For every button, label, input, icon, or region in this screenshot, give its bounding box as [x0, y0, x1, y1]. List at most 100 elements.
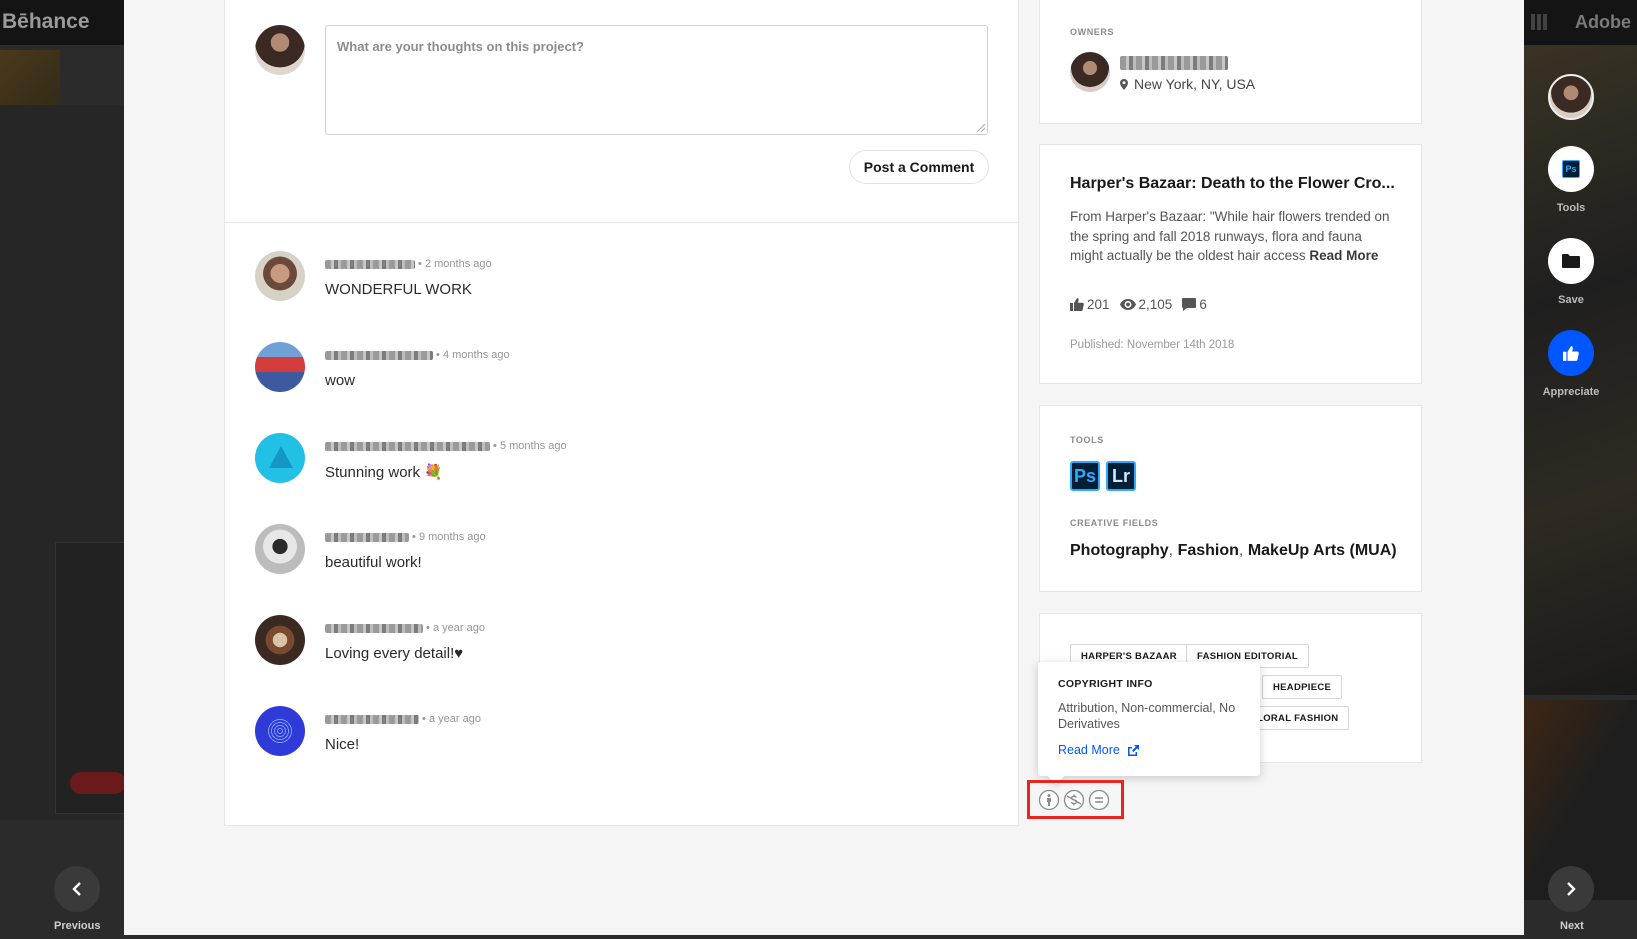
tools-label: TOOLS	[1070, 435, 1104, 445]
comment-text: Loving every detail!♥	[325, 645, 464, 662]
commenter-avatar[interactable]	[255, 615, 305, 665]
post-comment-button[interactable]: Post a Comment	[849, 150, 989, 184]
owner-location-text: New York, NY, USA	[1134, 76, 1256, 92]
thumbs-up-icon	[1070, 298, 1084, 311]
commenter-name-blurred[interactable]	[325, 714, 419, 724]
owner-avatar-button[interactable]	[1548, 74, 1594, 120]
comments-count: 6	[1199, 297, 1207, 312]
copyright-read-more-link[interactable]: Read More	[1058, 743, 1139, 757]
apps-grid-icon	[1531, 14, 1547, 30]
appreciations-stat: 201	[1070, 297, 1110, 312]
location-pin-icon	[1120, 79, 1128, 90]
appreciations-count: 201	[1087, 297, 1110, 312]
comments-stat: 6	[1182, 297, 1207, 312]
field-separator: ,	[1238, 542, 1244, 559]
external-link-icon	[1127, 744, 1139, 756]
tools-card: TOOLS Ps Lr CREATIVE FIELDS Photography,…	[1039, 405, 1422, 592]
owner-avatar[interactable]	[1070, 52, 1110, 92]
field-makeup-arts[interactable]: MakeUp Arts (MUA)	[1248, 542, 1397, 559]
field-fashion[interactable]: Fashion	[1178, 542, 1239, 559]
current-user-avatar	[255, 25, 305, 75]
chevron-right-icon	[1567, 882, 1576, 896]
commenter-name-blurred[interactable]	[325, 350, 433, 360]
commenter-avatar[interactable]	[255, 433, 305, 483]
comment-time: 5 months ago	[499, 440, 567, 452]
read-more-link[interactable]: Read More	[1309, 248, 1378, 263]
tag-headpiece[interactable]: HEADPIECE	[1262, 675, 1343, 699]
commenter-avatar[interactable]	[255, 342, 305, 392]
commenter-avatar[interactable]	[255, 524, 305, 574]
owner-location: New York, NY, USA	[1120, 76, 1255, 92]
comment-item: • 2 months ago WONDERFUL WORK	[255, 251, 955, 311]
thumbs-up-icon	[1563, 345, 1579, 361]
appreciate-button[interactable]	[1548, 330, 1594, 376]
project-title: Harper's Bazaar: Death to the Flower Cro…	[1070, 175, 1395, 192]
creative-fields: Photography, Fashion, MakeUp Arts (MUA)	[1070, 542, 1397, 560]
commenter-name-blurred[interactable]	[325, 441, 490, 451]
commenter-name-blurred[interactable]	[325, 623, 423, 633]
comment-meta: • 5 months ago	[325, 440, 567, 452]
comment-meta: • 4 months ago	[325, 349, 510, 361]
resize-grip-icon[interactable]	[977, 124, 985, 132]
project-description: From Harper's Bazaar: "While hair flower…	[1070, 207, 1395, 266]
tools-button[interactable]: Ps	[1548, 146, 1594, 192]
previous-project-button[interactable]	[54, 866, 100, 912]
copyright-body: Attribution, Non-commercial, No Derivati…	[1058, 701, 1236, 731]
background-flag-button	[70, 772, 126, 794]
published-date: Published: November 14th 2018	[1070, 339, 1235, 351]
comment-meta: • 2 months ago	[325, 258, 492, 270]
comment-text: WONDERFUL WORK	[325, 281, 472, 298]
comments-card: What are your thoughts on this project? …	[224, 0, 1019, 826]
next-project-button[interactable]	[1548, 866, 1594, 912]
comment-input[interactable]: What are your thoughts on this project?	[325, 25, 988, 135]
comment-meta: • 9 months ago	[325, 531, 486, 543]
copyright-title: COPYRIGHT INFO	[1058, 678, 1153, 690]
commenter-name-blurred[interactable]	[325, 259, 415, 269]
eye-icon	[1119, 299, 1136, 310]
chevron-left-icon	[72, 882, 81, 896]
comment-time: a year ago	[432, 622, 485, 634]
previous-label: Previous	[54, 920, 101, 932]
comment-time: 4 months ago	[442, 349, 510, 361]
tools-button-label: Tools	[1556, 202, 1586, 214]
save-button[interactable]	[1548, 238, 1594, 284]
cc-noderivatives-icon[interactable]	[1088, 789, 1110, 811]
commenter-avatar[interactable]	[255, 251, 305, 301]
project-stats: 201 2,105 6	[1070, 297, 1217, 312]
comment-item: • 9 months ago beautiful work!	[255, 524, 955, 584]
creative-commons-license[interactable]	[1027, 780, 1124, 819]
photoshop-icon[interactable]: Ps	[1070, 461, 1100, 491]
owner-name-blurred[interactable]	[1120, 56, 1228, 70]
ring-logo-icon	[267, 718, 293, 744]
cc-attribution-icon[interactable]	[1038, 789, 1060, 811]
commenter-avatar[interactable]	[255, 706, 305, 756]
project-info-card: Harper's Bazaar: Death to the Flower Cro…	[1039, 144, 1422, 384]
appreciate-button-label: Appreciate	[1542, 386, 1600, 398]
copyright-popover: COPYRIGHT INFO Attribution, Non-commerci…	[1038, 662, 1260, 776]
owners-label: OWNERS	[1070, 27, 1115, 37]
views-stat: 2,105	[1119, 297, 1173, 312]
comment-time: 9 months ago	[418, 531, 486, 543]
field-separator: ,	[1168, 542, 1174, 559]
comment-time: a year ago	[428, 713, 481, 725]
comment-item: • a year ago Loving every detail!♥	[255, 615, 955, 675]
creative-fields-label: CREATIVE FIELDS	[1070, 518, 1159, 528]
save-button-label: Save	[1558, 294, 1584, 306]
comment-bubble-icon	[1182, 298, 1197, 311]
lightroom-icon[interactable]: Lr	[1106, 461, 1136, 491]
comment-text: beautiful work!	[325, 554, 422, 571]
field-photography[interactable]: Photography	[1070, 542, 1169, 559]
comment-text: wow	[325, 372, 356, 389]
photoshop-icon: Ps	[1562, 160, 1580, 178]
copyright-read-more-text[interactable]: Read More	[1058, 743, 1120, 757]
comment-meta: • a year ago	[325, 713, 481, 725]
next-label: Next	[1560, 920, 1584, 932]
comment-time: 2 months ago	[424, 258, 492, 270]
folder-icon	[1562, 254, 1580, 268]
commenter-name-blurred[interactable]	[325, 532, 409, 542]
cc-noncommercial-icon[interactable]	[1063, 789, 1085, 811]
views-count: 2,105	[1138, 297, 1173, 312]
comment-form: What are your thoughts on this project? …	[225, 0, 1018, 223]
comment-text: Nice!	[325, 736, 360, 753]
triangle-logo-icon	[269, 446, 293, 468]
